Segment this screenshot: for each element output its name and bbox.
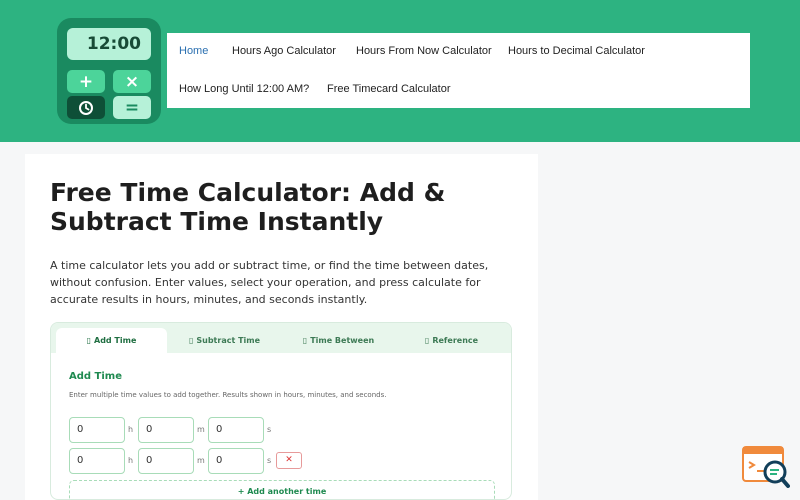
seconds-input[interactable]: 0 <box>208 417 264 443</box>
hours-input[interactable]: 0 <box>69 417 125 443</box>
calculator-tabs: ▯ Add Time ▯ Subtract Time ▯ Time Betwee… <box>51 323 511 353</box>
clock-icon <box>67 96 105 119</box>
site-logo[interactable]: 12:00 + × = <box>57 18 161 124</box>
tab-label: Reference <box>432 336 479 345</box>
tab-reference[interactable]: ▯ Reference <box>396 328 507 353</box>
intro-paragraph: A time calculator lets you add or subtra… <box>50 259 489 306</box>
tab-icon: ▯ <box>302 336 308 345</box>
multiply-icon: × <box>113 70 151 93</box>
unit-label: s <box>267 425 272 434</box>
unit-label: h <box>128 456 134 465</box>
unit-label: h <box>128 425 134 434</box>
unit-label: m <box>197 456 205 465</box>
add-another-time-button[interactable]: + Add another time <box>69 480 495 499</box>
tab-label: Subtract Time <box>196 336 261 345</box>
section-title: Add Time <box>69 371 122 382</box>
tab-time-between[interactable]: ▯ Time Between <box>283 328 394 353</box>
minutes-input[interactable]: 0 <box>138 448 194 474</box>
tab-icon: ▯ <box>188 336 194 345</box>
tab-icon: ▯ <box>86 336 91 345</box>
nav-item-hours-to-decimal[interactable]: Hours to Decimal Calculator <box>508 45 645 57</box>
tab-subtract-time[interactable]: ▯ Subtract Time <box>169 328 280 353</box>
unit-label: s <box>267 456 272 465</box>
nav-item-home[interactable]: Home <box>179 45 208 57</box>
plus-icon: + <box>67 70 105 93</box>
search-widget-icon[interactable] <box>742 446 790 488</box>
section-description: Enter multiple time values to add togeth… <box>69 391 387 399</box>
time-calculator: ▯ Add Time ▯ Subtract Time ▯ Time Betwee… <box>50 322 512 500</box>
main-nav: Home Hours Ago Calculator Hours From Now… <box>167 33 750 108</box>
seconds-input[interactable]: 0 <box>208 448 264 474</box>
remove-row-button[interactable]: ✕ <box>276 452 302 469</box>
equals-icon: = <box>113 96 151 119</box>
minutes-input[interactable]: 0 <box>138 417 194 443</box>
tab-label: Add Time <box>94 336 137 345</box>
unit-label: m <box>197 425 205 434</box>
tab-icon: ▯ <box>424 336 430 345</box>
nav-item-how-long-until[interactable]: How Long Until 12:00 AM? <box>179 83 309 95</box>
page-title: Free Time Calculator: Add & Subtract Tim… <box>50 178 446 236</box>
logo-screen: 12:00 <box>67 28 151 60</box>
tab-add-time[interactable]: ▯ Add Time <box>56 328 167 353</box>
hours-input[interactable]: 0 <box>69 448 125 474</box>
nav-item-hours-ago[interactable]: Hours Ago Calculator <box>232 45 336 57</box>
site-header: 12:00 + × = Home Hours Ago Calculator Ho… <box>0 0 800 142</box>
tab-label: Time Between <box>310 336 375 345</box>
nav-item-hours-from-now[interactable]: Hours From Now Calculator <box>356 45 492 57</box>
nav-item-timecard[interactable]: Free Timecard Calculator <box>327 83 451 95</box>
